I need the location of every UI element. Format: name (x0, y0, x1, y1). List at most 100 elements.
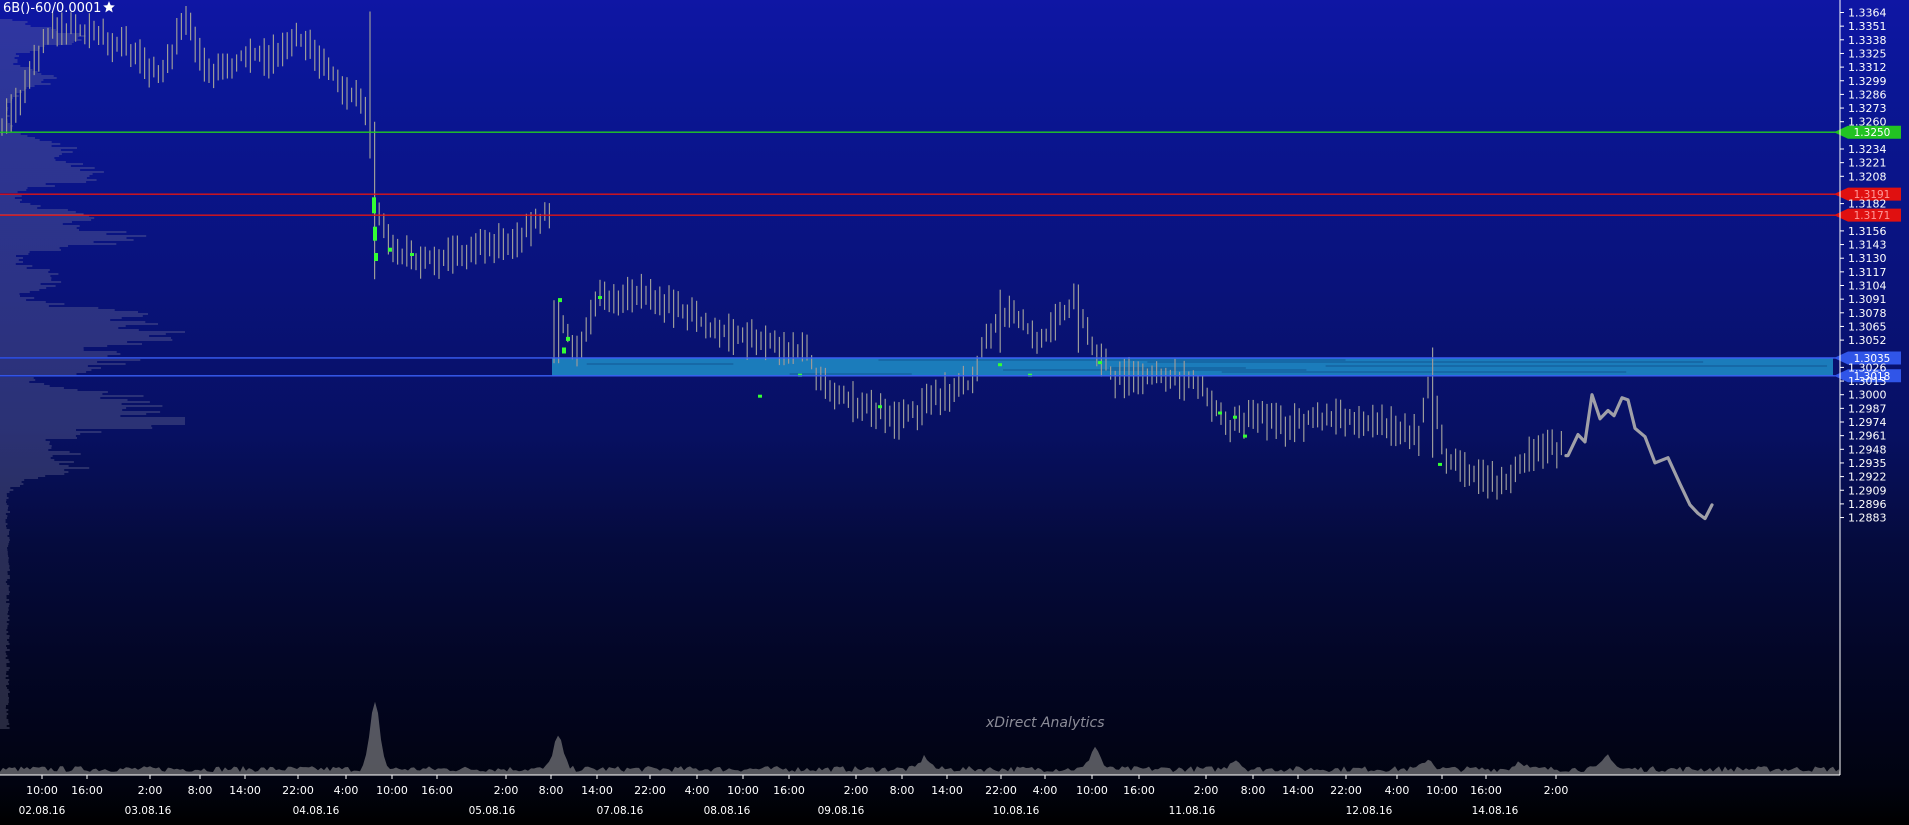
price-tick-label: 1.3130 (1848, 252, 1887, 265)
star-icon[interactable] (102, 0, 116, 14)
green-marker (388, 247, 392, 252)
instrument-header[interactable]: 6B()-60/0.0001 (3, 0, 116, 16)
time-tick-label: 4:00 (1033, 784, 1058, 797)
price-tick-label: 1.3325 (1848, 47, 1887, 60)
green-marker (1438, 462, 1442, 466)
price-tick-label: 1.2935 (1848, 457, 1887, 470)
date-tick-label: 02.08.16 (19, 805, 66, 817)
chart-window[interactable]: 1.3250 1.3191 1.3171 1.3035 1.3018 1.3364 1.3… (0, 0, 1909, 825)
price-axis[interactable]: 1.33641.33511.33381.33251.33121.32991.32… (1839, 0, 1887, 775)
projection-line (1564, 393, 1714, 521)
price-tick-label: 1.3026 (1848, 361, 1887, 374)
date-tick-label: 05.08.16 (469, 805, 516, 817)
price-tick-label: 1.3065 (1848, 320, 1887, 333)
date-tick-label: 07.08.16 (597, 805, 644, 817)
price-tick-label: 1.3000 (1848, 389, 1887, 402)
volume-histogram (0, 701, 1840, 775)
time-tick-label: 22:00 (282, 784, 314, 797)
time-tick-label: 14:00 (229, 784, 261, 797)
price-tick-label: 1.3156 (1848, 225, 1887, 238)
price-tick-label: 1.3091 (1848, 293, 1887, 306)
price-tick-label: 1.2948 (1848, 443, 1887, 456)
time-tick-label: 4:00 (685, 784, 710, 797)
time-tick-label: 10:00 (1426, 784, 1458, 797)
green-marker (598, 296, 602, 299)
price-tick-label: 1.3338 (1848, 34, 1887, 47)
time-tick-label: 16:00 (71, 784, 103, 797)
time-tick-label: 10:00 (727, 784, 759, 797)
price-tick-label: 1.3312 (1848, 61, 1887, 74)
price-tick-label: 1.3221 (1848, 157, 1887, 170)
price-tick-label: 1.3078 (1848, 307, 1887, 320)
price-levels[interactable]: 1.32501.31911.31711.30351.3018 (0, 125, 1901, 383)
green-marker (998, 363, 1002, 367)
time-tick-label: 16:00 (1470, 784, 1502, 797)
date-tick-label: 04.08.16 (293, 805, 340, 817)
time-tick-label: 10:00 (1076, 784, 1108, 797)
green-marker (566, 336, 570, 341)
green-marker (1098, 361, 1102, 365)
date-tick-label: 03.08.16 (125, 805, 172, 817)
time-tick-label: 4:00 (1385, 784, 1410, 797)
time-tick-label: 10:00 (26, 784, 58, 797)
time-tick-label: 14:00 (581, 784, 613, 797)
time-tick-label: 14:00 (931, 784, 963, 797)
time-tick-label: 8:00 (890, 784, 915, 797)
green-marker (1218, 411, 1222, 415)
time-tick-label: 16:00 (1123, 784, 1155, 797)
price-tick-label: 1.2896 (1848, 498, 1887, 511)
price-tick-label: 1.3052 (1848, 334, 1887, 347)
price-tick-label: 1.3260 (1848, 116, 1887, 129)
time-tick-label: 8:00 (539, 784, 564, 797)
green-marker (1243, 434, 1247, 438)
zone-rect (552, 357, 1833, 376)
green-marker (373, 226, 377, 241)
volume-profile (0, 19, 185, 729)
date-tick-label: 09.08.16 (818, 805, 865, 817)
date-tick-label: 11.08.16 (1169, 805, 1216, 817)
time-tick-label: 22:00 (1330, 784, 1362, 797)
price-tick-label: 1.2922 (1848, 471, 1887, 484)
level-tag-label-resistance-2: 1.3171 (1854, 210, 1891, 222)
price-tick-label: 1.3104 (1848, 280, 1887, 293)
green-marker (410, 253, 414, 256)
time-tick-label: 2:00 (138, 784, 163, 797)
time-tick-label: 22:00 (634, 784, 666, 797)
price-tick-label: 1.3013 (1848, 375, 1887, 388)
time-tick-label: 2:00 (1544, 784, 1569, 797)
time-tick-label: 4:00 (334, 784, 359, 797)
date-tick-label: 10.08.16 (993, 805, 1040, 817)
price-tick-label: 1.3143 (1848, 239, 1887, 252)
time-tick-label: 14:00 (1282, 784, 1314, 797)
price-tick-label: 1.3234 (1848, 143, 1887, 156)
time-tick-label: 2:00 (1194, 784, 1219, 797)
time-axis[interactable]: 10:00 16:00 2:00 8:00 14:00 22:00 4:00 10:00 16:… (0, 774, 1840, 817)
date-tick-label: 14.08.16 (1472, 805, 1519, 817)
candles (1, 6, 1563, 500)
price-tick-label: 1.3364 (1848, 7, 1887, 20)
green-marker (1233, 415, 1237, 419)
price-tick-label: 1.3182 (1848, 198, 1887, 211)
price-tick-label: 1.2987 (1848, 402, 1887, 415)
time-tick-label: 8:00 (188, 784, 213, 797)
price-tick-label: 1.2909 (1848, 484, 1887, 497)
instrument-label: 6B()-60/0.0001 (3, 1, 102, 16)
price-tick-label: 1.3273 (1848, 102, 1887, 115)
price-chart[interactable]: 1.32501.31911.31711.30351.3018 1.33641.3… (0, 0, 1909, 825)
price-tick-label: 1.3351 (1848, 20, 1887, 33)
time-tick-label: 2:00 (494, 784, 519, 797)
watermark: xDirect Analytics (986, 715, 1105, 731)
time-tick-label: 16:00 (773, 784, 805, 797)
time-tick-label: 10:00 (376, 784, 408, 797)
projection-path (1564, 393, 1714, 521)
time-tick-label: 16:00 (421, 784, 453, 797)
time-tick-label: 22:00 (985, 784, 1017, 797)
green-marker (758, 394, 762, 398)
date-tick-label: 08.08.16 (704, 805, 751, 817)
price-tick-label: 1.2883 (1848, 512, 1887, 525)
green-marker (558, 298, 562, 303)
time-tick-label: 8:00 (1241, 784, 1266, 797)
price-tick-label: 1.3117 (1848, 266, 1887, 279)
green-marker (562, 347, 566, 354)
supply-demand-zone (552, 357, 1833, 376)
